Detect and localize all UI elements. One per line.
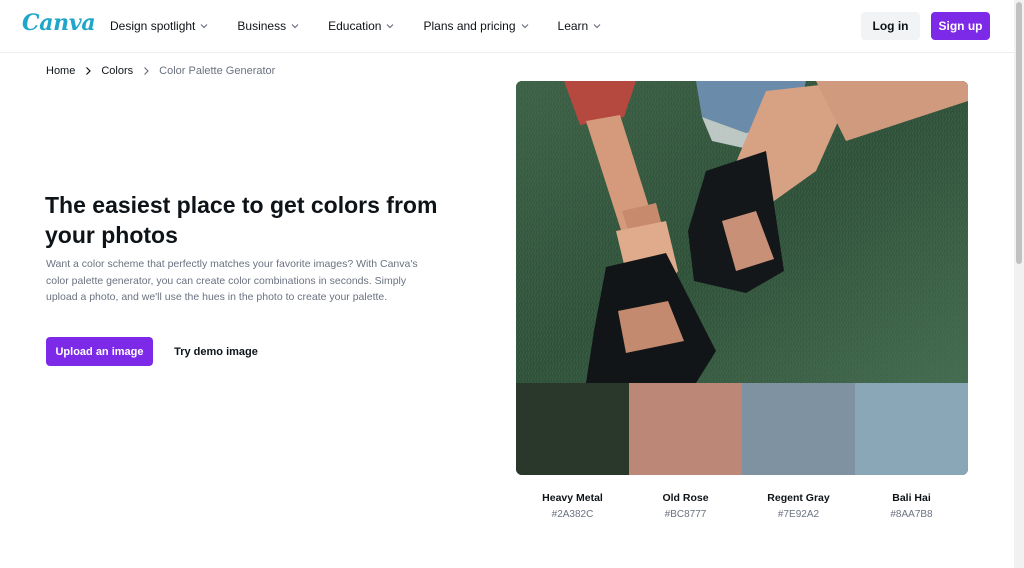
login-button[interactable]: Log in <box>861 12 920 40</box>
swatch-label: Regent Gray #7E92A2 <box>742 492 855 520</box>
color-hex: #7E92A2 <box>777 509 820 520</box>
nav-business[interactable]: Business <box>237 19 300 33</box>
try-demo-image-button[interactable]: Try demo image <box>166 337 266 366</box>
swatch-label: Bali Hai #8AA7B8 <box>855 492 968 520</box>
chevron-down-icon <box>593 24 601 29</box>
swatch-old-rose[interactable] <box>629 383 742 475</box>
scrollbar-thumb[interactable] <box>1016 2 1022 264</box>
nav-education[interactable]: Education <box>328 19 395 33</box>
demo-photo <box>516 81 968 383</box>
swatch-regent-gray[interactable] <box>742 383 855 475</box>
canva-logo[interactable]: Canva <box>22 10 96 36</box>
nav-label: Design spotlight <box>110 19 196 33</box>
color-hex: #2A382C <box>551 509 594 520</box>
breadcrumb-colors[interactable]: Colors <box>101 65 133 77</box>
signup-button[interactable]: Sign up <box>931 12 990 40</box>
nav-plans-pricing[interactable]: Plans and pricing <box>423 19 529 33</box>
chevron-down-icon <box>521 24 528 29</box>
chevron-right-icon <box>86 67 92 75</box>
page-scrollbar[interactable] <box>1014 0 1024 568</box>
swatch-labels: Heavy Metal #2A382C Old Rose #BC8777 Reg… <box>516 492 968 520</box>
color-name: Bali Hai <box>892 492 931 504</box>
color-name: Regent Gray <box>767 492 830 504</box>
swatch-label: Heavy Metal #2A382C <box>516 492 629 520</box>
palette-card <box>516 81 968 475</box>
color-name: Heavy Metal <box>542 492 603 504</box>
chevron-down-icon <box>291 24 299 29</box>
swatch-bali-hai[interactable] <box>855 383 968 475</box>
nav-label: Plans and pricing <box>423 19 516 33</box>
upload-image-button[interactable]: Upload an image <box>46 337 153 366</box>
chevron-right-icon <box>144 67 149 75</box>
color-swatches <box>516 383 968 475</box>
main-nav: Design spotlight Business Education Plan… <box>110 0 630 52</box>
top-nav-bar: Canva Design spotlight Business Educatio… <box>0 0 1014 53</box>
breadcrumb-current: Color Palette Generator <box>159 65 276 77</box>
breadcrumb-home[interactable]: Home <box>46 65 75 77</box>
chevron-down-icon <box>200 24 208 29</box>
nav-learn[interactable]: Learn <box>558 19 603 33</box>
hero-description: Want a color scheme that perfectly match… <box>46 258 418 303</box>
nav-label: Education <box>328 19 382 33</box>
color-hex: #8AA7B8 <box>890 509 933 520</box>
breadcrumb: Home Colors Color Palette Generator <box>46 65 275 77</box>
nav-design-spotlight[interactable]: Design spotlight <box>110 19 209 33</box>
nav-label: Learn <box>557 19 589 33</box>
nav-label: Business <box>237 19 287 33</box>
page-title: The easiest place to get colors from you… <box>45 192 438 248</box>
chevron-down-icon <box>387 24 394 29</box>
color-hex: #BC8777 <box>664 509 707 520</box>
color-name: Old Rose <box>662 492 709 504</box>
swatch-label: Old Rose #BC8777 <box>629 492 742 520</box>
swatch-heavy-metal[interactable] <box>516 383 629 475</box>
